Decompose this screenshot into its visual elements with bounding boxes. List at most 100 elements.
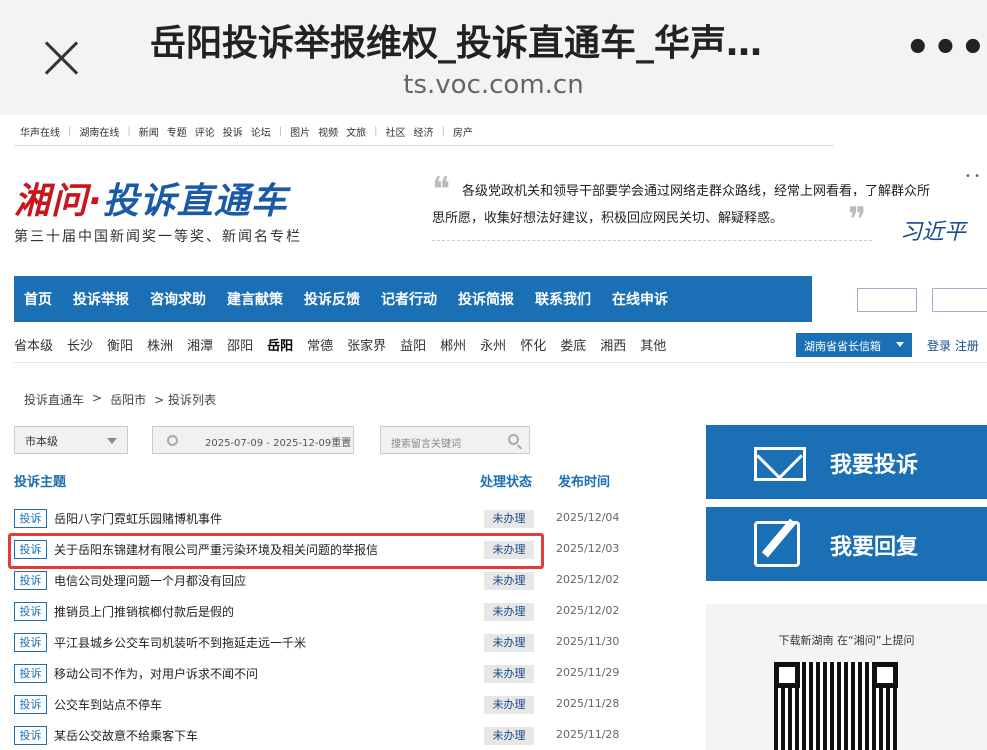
main-nav: 首页 投诉举报 咨询求助 建言献策 投诉反馈 记者行动 投诉简报 联系我们 在线… (14, 276, 812, 322)
table-row[interactable]: 投诉 电信公司处理问题一个月都没有回应 未办理 2025/12/02 (14, 566, 704, 596)
highlight-box (8, 533, 544, 569)
qr-finder (872, 662, 898, 688)
table-row[interactable]: 投诉 某岳公交故意不给乘客下车 未办理 2025/11/28 (14, 721, 704, 750)
nav-brief[interactable]: 投诉简报 (458, 289, 525, 309)
top-nav-link[interactable]: 视频 (318, 124, 338, 139)
row-date: 2025/11/28 (556, 728, 620, 741)
nav-contact[interactable]: 联系我们 (535, 289, 602, 309)
top-nav-link[interactable]: 论坛 (251, 124, 271, 139)
more-icon[interactable]: ••• (905, 25, 987, 71)
nav-home[interactable]: 首页 (24, 289, 63, 309)
row-title[interactable]: 平江县城乡公交车司机装听不到拖延走远一千米 (54, 634, 306, 651)
reset-button[interactable]: 重置 (331, 438, 351, 449)
region-item[interactable]: 湘西 (600, 335, 626, 354)
region-item[interactable]: 郴州 (440, 335, 466, 354)
top-nav-link[interactable]: 投诉 (223, 124, 243, 139)
type-tag: 投诉 (14, 726, 47, 745)
status-badge: 未办理 (484, 665, 534, 683)
site-logo[interactable]: 湘问·投诉直通车 (14, 172, 288, 224)
reply-button[interactable]: 我要回复 (706, 507, 987, 581)
top-nav-link[interactable]: 经济 (414, 124, 434, 139)
edit-icon (754, 521, 800, 567)
carousel-dots[interactable]: • • (965, 171, 980, 182)
search-input[interactable]: 搜索留言关键词 (380, 426, 530, 454)
top-nav-link[interactable]: 华声在线 (20, 124, 60, 139)
region-item[interactable]: 衡阳 (107, 335, 133, 354)
status-badge: 未办理 (484, 696, 534, 714)
region-item[interactable]: 株洲 (147, 335, 173, 354)
row-title[interactable]: 电信公司处理问题一个月都没有回应 (54, 572, 246, 589)
username-input[interactable] (857, 288, 917, 312)
nav-reporter[interactable]: 记者行动 (381, 289, 448, 309)
top-nav-link[interactable]: 新闻 (139, 124, 159, 139)
row-date: 2025/11/28 (556, 697, 620, 710)
quote-divider (432, 240, 872, 241)
breadcrumb: 投诉直通车 > 岳阳市 > 投诉列表 (24, 391, 216, 408)
breadcrumb-home[interactable]: 投诉直通车 (24, 391, 84, 408)
region-nav: 省本级 长沙 衡阳 株洲 湘潭 邵阳 岳阳 常德 张家界 益阳 郴州 永州 怀化… (14, 330, 714, 358)
governor-mailbox-select[interactable]: 湖南省省长信箱 (796, 333, 912, 357)
page-title: 岳阳投诉举报维权_投诉直通车_华声… (150, 23, 763, 64)
type-tag: 投诉 (14, 602, 47, 621)
region-item[interactable]: 常德 (307, 335, 333, 354)
table-row[interactable]: 投诉 推销员上门推销槟榔付款后是假的 未办理 2025/12/02 (14, 597, 704, 627)
type-tag: 投诉 (14, 633, 47, 652)
top-nav-link[interactable]: 湖南在线 (79, 124, 119, 139)
page-url: ts.voc.com.cn (403, 70, 584, 100)
table-row[interactable]: 投诉 岳阳八字门霓虹乐园赌博机事件 未办理 2025/12/04 (14, 504, 704, 534)
clock-icon (167, 435, 178, 446)
logo-subtitle: 第三十届中国新闻奖一等奖、新闻名专栏 (14, 229, 302, 245)
chevron-down-icon (896, 342, 904, 347)
region-item[interactable]: 邵阳 (227, 335, 253, 354)
top-nav-link[interactable]: 专题 (167, 124, 187, 139)
region-item[interactable]: 湘潭 (187, 335, 213, 354)
top-nav-link[interactable]: 文旅 (346, 124, 366, 139)
region-item[interactable]: 怀化 (520, 335, 546, 354)
top-nav: 华声在线 | 湖南在线 | 新闻 专题 评论 投诉 论坛 | 图片 视频 文旅 | 社区… (14, 118, 834, 146)
table-row[interactable]: 投诉 公交车到站点不停车 未办理 2025/11/28 (14, 690, 704, 720)
signature: 习近平 (900, 220, 967, 245)
chevron-down-icon (107, 438, 117, 444)
level-select[interactable]: 市本级 (14, 426, 128, 454)
top-nav-link[interactable]: 社区 (386, 124, 406, 139)
nav-feedback[interactable]: 投诉反馈 (304, 289, 371, 309)
col-date: 发布时间 (558, 475, 611, 490)
search-icon[interactable] (508, 434, 519, 445)
breadcrumb-city[interactable]: 岳阳市 (110, 391, 146, 408)
row-date: 2025/12/02 (556, 604, 620, 617)
type-tag: 投诉 (14, 509, 47, 528)
row-title[interactable]: 公交车到站点不停车 (54, 696, 162, 713)
login-register-link[interactable]: 登录 注册 (927, 337, 979, 354)
row-title[interactable]: 推销员上门推销槟榔付款后是假的 (54, 603, 234, 620)
nav-complaint[interactable]: 投诉举报 (73, 289, 140, 309)
row-title[interactable]: 某岳公交故意不给乘客下车 (54, 727, 198, 744)
browser-header: 岳阳投诉举报维权_投诉直通车_华声… ts.voc.com.cn ••• (0, 0, 987, 115)
top-nav-link[interactable]: 评论 (195, 124, 215, 139)
region-item[interactable]: 其他 (640, 335, 666, 354)
top-nav-link[interactable]: 图片 (290, 124, 310, 139)
nav-suggest[interactable]: 建言献策 (227, 289, 294, 309)
top-nav-link[interactable]: 房产 (453, 124, 473, 139)
table-row[interactable]: 投诉 平江县城乡公交车司机装听不到拖延走远一千米 未办理 2025/11/30 (14, 628, 704, 658)
region-item[interactable]: 长沙 (67, 335, 93, 354)
region-item[interactable]: 省本级 (14, 335, 53, 354)
region-item[interactable]: 益阳 (400, 335, 426, 354)
status-badge: 未办理 (484, 510, 534, 528)
table-row[interactable]: 投诉 移动公司不作为，对用户诉求不闻不问 未办理 2025/11/29 (14, 659, 704, 689)
password-input[interactable] (932, 288, 987, 312)
nav-appeal[interactable]: 在线申诉 (612, 289, 679, 309)
complain-button[interactable]: 我要投诉 (706, 425, 987, 499)
date-range-picker[interactable]: 2025-07-09 - 2025-12-09重置 (152, 426, 354, 454)
nav-consult[interactable]: 咨询求助 (150, 289, 217, 309)
row-title[interactable]: 岳阳八字门霓虹乐园赌博机事件 (54, 510, 222, 527)
region-item[interactable]: 张家界 (347, 335, 386, 354)
row-date: 2025/11/30 (556, 635, 620, 648)
region-item[interactable]: 娄底 (560, 335, 586, 354)
status-badge: 未办理 (484, 634, 534, 652)
row-title[interactable]: 移动公司不作为，对用户诉求不闻不问 (54, 665, 258, 682)
region-item-active[interactable]: 岳阳 (267, 335, 293, 354)
type-tag: 投诉 (14, 664, 47, 683)
status-badge: 未办理 (484, 603, 534, 621)
col-status: 处理状态 (480, 475, 533, 490)
region-item[interactable]: 永州 (480, 335, 506, 354)
